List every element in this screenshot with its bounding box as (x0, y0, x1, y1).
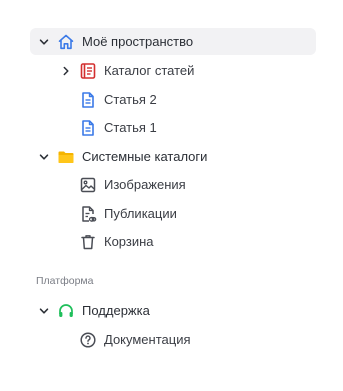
document-icon (79, 91, 97, 109)
tree-item-label: Изображения (104, 176, 186, 192)
image-icon (79, 176, 97, 194)
chevron-down-icon[interactable] (38, 151, 50, 163)
tree-item-article-2[interactable]: Статья 2 (30, 86, 316, 113)
tree-item-images[interactable]: Изображения (30, 171, 316, 198)
tree-item-support[interactable]: Поддержка (30, 297, 316, 324)
chevron-right-icon[interactable] (60, 65, 72, 77)
trash-icon (79, 233, 97, 251)
tree-item-system-catalogs[interactable]: Системные каталоги (30, 143, 316, 170)
help-circle-icon (79, 331, 97, 349)
tree-item-label: Каталог статей (104, 62, 195, 78)
publication-icon (79, 205, 97, 223)
tree-item-trash[interactable]: Корзина (30, 228, 316, 255)
section-label-platform: Платформа (36, 275, 94, 287)
tree-item-label: Статья 1 (104, 119, 157, 135)
tree-item-label: Документация (104, 331, 191, 347)
home-icon (57, 33, 75, 51)
chevron-down-icon[interactable] (38, 305, 50, 317)
document-icon (79, 119, 97, 137)
tree-item-documentation[interactable]: Документация (30, 326, 316, 353)
tree-item-label: Корзина (104, 233, 154, 249)
tree-item-label: Статья 2 (104, 91, 157, 107)
tree-item-publications[interactable]: Публикации (30, 200, 316, 227)
tree-item-catalog-articles[interactable]: Каталог статей (30, 57, 316, 84)
tree-item-article-1[interactable]: Статья 1 (30, 114, 316, 141)
tree-item-my-space[interactable]: Моё пространство (30, 28, 316, 55)
tree-item-label: Системные каталоги (82, 148, 208, 164)
chevron-down-icon[interactable] (38, 36, 50, 48)
tree-item-label: Поддержка (82, 302, 150, 318)
book-icon (79, 62, 97, 80)
tree-item-label: Моё пространство (82, 33, 194, 49)
headphones-icon (57, 302, 75, 320)
folder-icon (57, 148, 75, 166)
tree-item-label: Публикации (104, 205, 177, 221)
